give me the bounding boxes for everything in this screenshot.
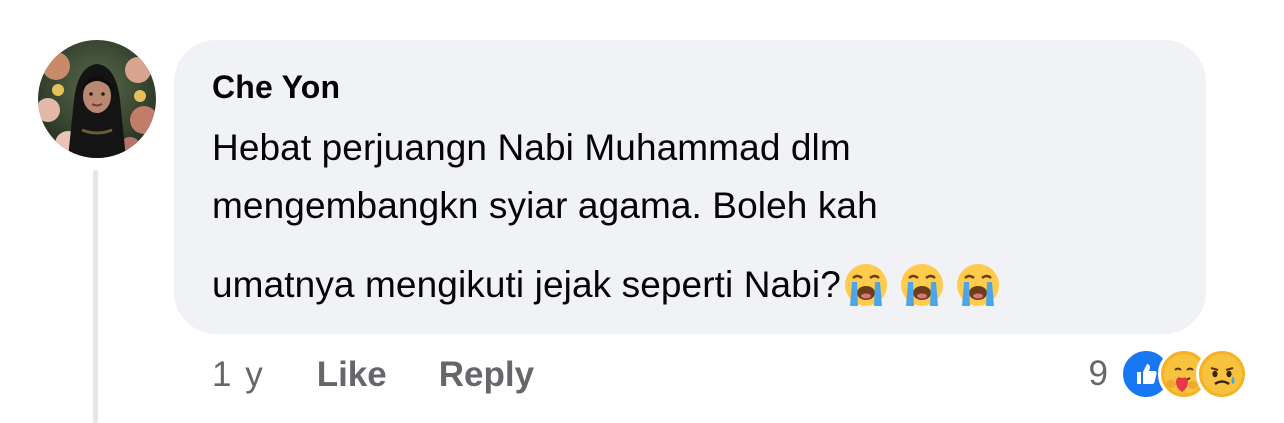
loudly-crying-face-icon bbox=[900, 264, 943, 306]
comment-bubble: Che Yon Hebat perjuangn Nabi Muhammad dl… bbox=[174, 40, 1206, 334]
comment-text-line-2: mengembangkn syiar agama. Boleh kah bbox=[212, 185, 878, 226]
comment-text-line-3: umatnya mengikuti jejak seperti Nabi? bbox=[212, 262, 1011, 308]
comment-text-line-3-text: umatnya mengikuti jejak seperti Nabi? bbox=[212, 264, 841, 305]
comment-actions: 1 y Like Reply bbox=[212, 352, 586, 398]
emoji-group bbox=[843, 262, 1011, 308]
loudly-crying-face-icon bbox=[844, 264, 887, 306]
reply-button[interactable]: Reply bbox=[439, 355, 534, 395]
avatar-image bbox=[38, 40, 156, 158]
loudly-crying-face-icon bbox=[956, 264, 999, 306]
like-button[interactable]: Like bbox=[317, 355, 387, 395]
avatar[interactable] bbox=[38, 40, 156, 158]
thread-line bbox=[93, 170, 98, 423]
author-name[interactable]: Che Yon bbox=[212, 68, 340, 106]
sad-reaction-icon bbox=[1196, 348, 1248, 400]
comment-text-line-1: Hebat perjuangn Nabi Muhammad dlm bbox=[212, 127, 851, 168]
reaction-count: 9 bbox=[1088, 354, 1108, 393]
reactions-summary[interactable]: 9 bbox=[1089, 346, 1248, 402]
timestamp[interactable]: 1 y bbox=[212, 355, 265, 395]
